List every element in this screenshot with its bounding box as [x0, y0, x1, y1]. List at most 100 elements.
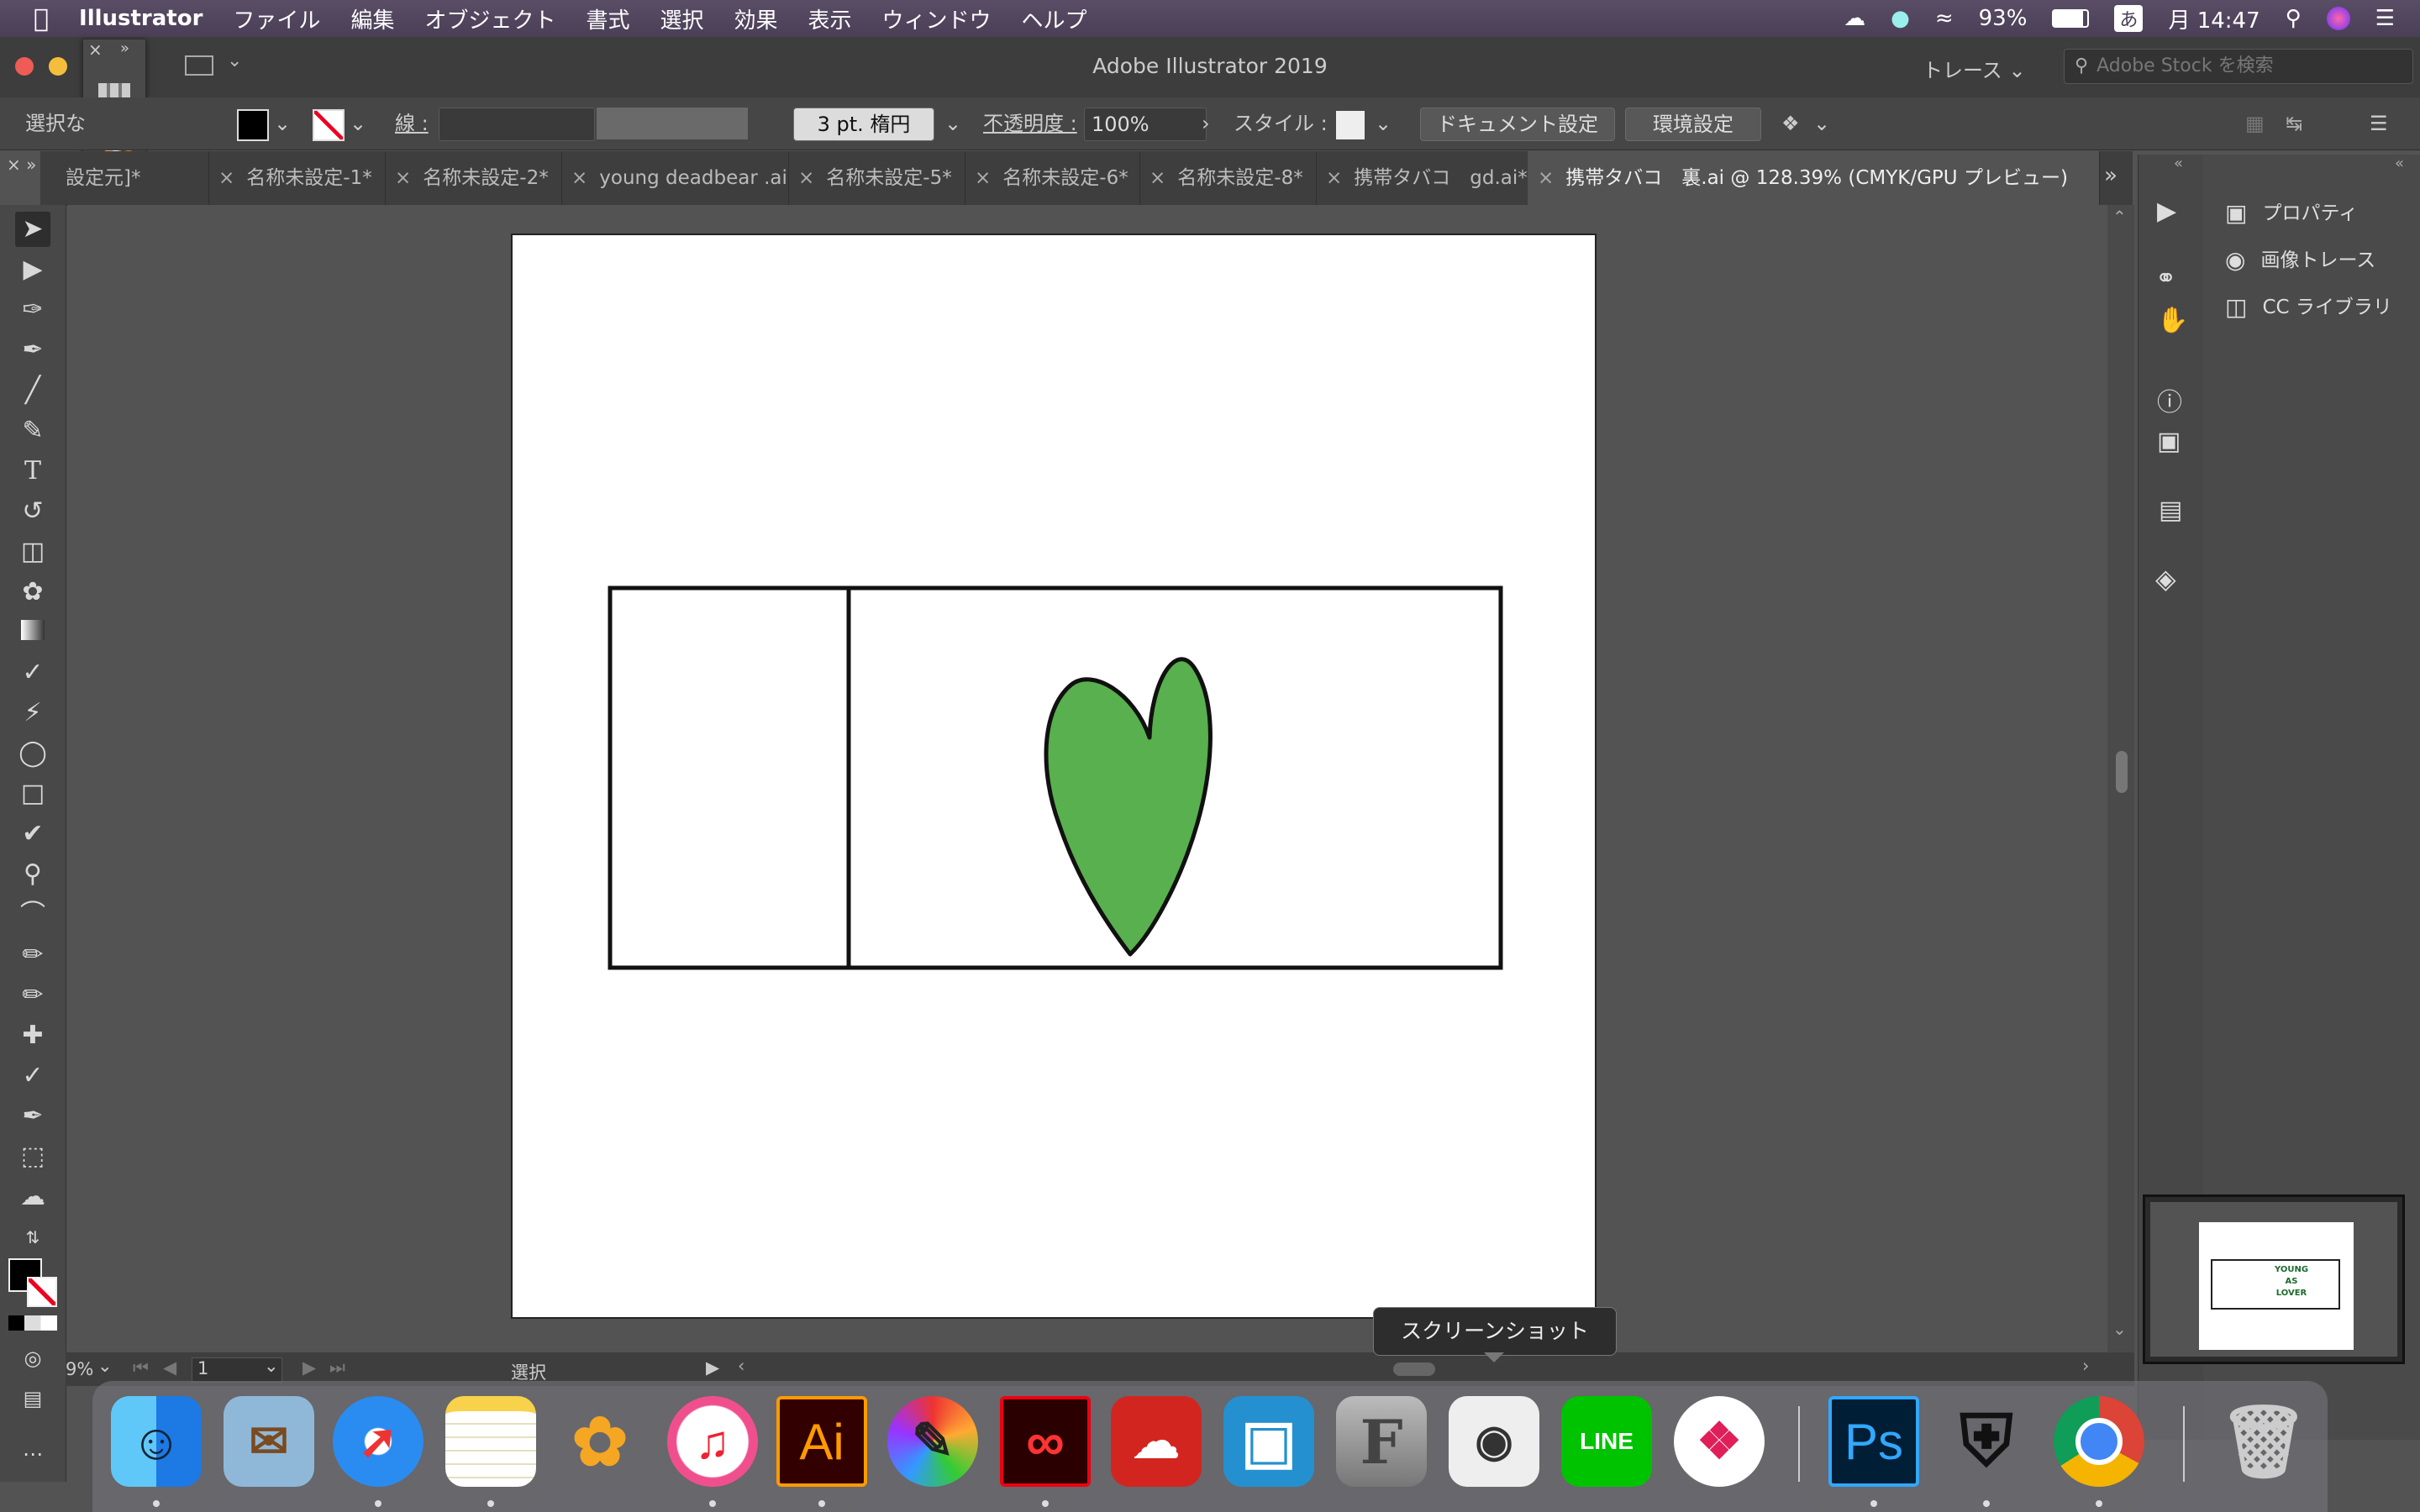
image-icon[interactable]: ▣ — [2157, 427, 2181, 456]
zoom-level[interactable]: 9% — [66, 1359, 93, 1379]
previous-artboard-icon[interactable]: ◀ — [163, 1357, 176, 1378]
gradient-tool-icon[interactable] — [15, 615, 50, 650]
opacity-label[interactable]: 不透明度 : — [983, 108, 1077, 139]
creative-cloud-icon[interactable]: ☁ — [1111, 1396, 1202, 1487]
chevron-right-icon[interactable]: › — [1202, 108, 1210, 139]
panel-item-image-trace[interactable]: ◉ 画像トレース — [2225, 244, 2375, 277]
panel-item-cc-libraries[interactable]: ◫ CC ライブラリ — [2225, 291, 2392, 324]
creative-cloud-icon[interactable]: ☁ — [1844, 6, 1865, 31]
trash-icon[interactable]: 🗑 — [2218, 1396, 2309, 1487]
close-icon[interactable]: × — [88, 39, 103, 60]
selection-tool-icon[interactable]: ➤ — [15, 212, 50, 247]
curvature-tool-icon[interactable]: ✒ — [15, 333, 50, 368]
battery-icon[interactable] — [2052, 9, 2090, 28]
anchor-point-tool-icon[interactable]: ✓ — [15, 1058, 50, 1094]
screenshot-app-icon[interactable]: ◉ — [1449, 1396, 1539, 1487]
mail-icon[interactable]: ✉ — [224, 1396, 314, 1487]
finder-icon[interactable]: ☺ — [111, 1396, 202, 1487]
info-icon[interactable]: ⓘ — [2157, 381, 2182, 418]
transform-icon[interactable]: ↹ — [2286, 108, 2302, 139]
photos-icon[interactable]: ✿ — [555, 1396, 645, 1487]
zoom-tool-icon[interactable]: ⚲ — [15, 857, 50, 892]
chevron-down-icon[interactable]: ⌄ — [97, 1356, 113, 1376]
artwork[interactable] — [513, 235, 1595, 1317]
chrome-icon[interactable] — [2054, 1396, 2144, 1487]
close-icon[interactable]: × — [218, 167, 234, 189]
chevron-down-icon[interactable]: ⌄ — [264, 1356, 279, 1376]
eyedropper-tool-icon[interactable]: ✓ — [15, 655, 50, 690]
lasso-tool-icon[interactable]: ✿ — [15, 575, 50, 610]
document-tab[interactable]: × 名称未設定-2* — [385, 151, 562, 205]
next-artboard-icon[interactable]: ▶ — [302, 1357, 316, 1378]
collapse-panels-icon[interactable]: « — [2174, 155, 2183, 172]
arc-tool-icon[interactable]: ⌒ — [15, 897, 50, 932]
select-similar-icon[interactable]: ❖ — [1781, 108, 1800, 139]
horizontal-scroll-thumb[interactable] — [1393, 1362, 1435, 1376]
stroke-color-swatch[interactable] — [27, 1277, 57, 1307]
menu-view[interactable]: 表示 — [808, 3, 852, 34]
align-icon[interactable]: ▦ — [2245, 108, 2265, 139]
menu-window[interactable]: ウィンドウ — [882, 3, 992, 34]
pencil-tool-icon[interactable]: ✏ — [15, 978, 50, 1013]
slack-icon[interactable]: ❖ — [1674, 1396, 1765, 1487]
type-tool-icon[interactable]: T — [15, 454, 50, 489]
apple-menu-icon[interactable]:  — [34, 4, 49, 34]
clock[interactable]: 月 14:47 — [2168, 3, 2260, 34]
notification-center-icon[interactable]: ☰ — [2375, 6, 2395, 31]
document-tab[interactable]: × 携帯タバコ gd.ai* — [1316, 151, 1528, 205]
preferences-button[interactable]: 環境設定 — [1625, 108, 1761, 141]
vpn-shield-icon[interactable]: ⛨ — [1941, 1396, 2032, 1487]
free-transform-tool-icon[interactable]: ⬚ — [15, 1139, 50, 1174]
artboard[interactable] — [511, 234, 1597, 1319]
wifi-icon[interactable]: ≈ — [1935, 6, 1954, 31]
rotate-tool-icon[interactable]: ↺ — [15, 494, 50, 529]
puppet-warp-tool-icon[interactable]: ⚡ — [15, 696, 50, 731]
notes-icon[interactable] — [445, 1396, 536, 1487]
shape-builder-tool-icon[interactable]: ◯ — [15, 736, 50, 771]
close-icon[interactable]: × — [395, 167, 411, 189]
panel-menu-icon[interactable]: ☰ — [2370, 108, 2388, 139]
scroll-thumb[interactable] — [2116, 751, 2128, 793]
stock-search-input[interactable]: ⚲ Adobe Stock を検索 — [2064, 49, 2413, 84]
close-icon[interactable]: × — [1538, 167, 1554, 189]
vertical-scrollbar[interactable]: ⌃ ⌄ — [2107, 205, 2134, 1356]
drawing-mode-icon[interactable]: ◎ — [15, 1341, 50, 1376]
eyedropper-alt-tool-icon[interactable]: ✔ — [15, 816, 50, 852]
photoshop-app-icon[interactable]: Ps — [1828, 1396, 1919, 1487]
symbol-sprayer-tool-icon[interactable]: ☁ — [15, 1179, 50, 1215]
document-tab[interactable]: × 名称未設定-8* — [1139, 151, 1317, 205]
swap-fill-stroke-icon[interactable]: ⇅ — [15, 1220, 50, 1255]
close-icon[interactable]: × — [798, 167, 814, 189]
collapse-toolbar-icon[interactable]: × » — [7, 155, 36, 175]
document-tab[interactable]: × 名称未設定-1* — [208, 151, 386, 205]
panel-item-properties[interactable]: ▣ プロパティ — [2225, 197, 2358, 230]
font-book-icon[interactable]: F — [1336, 1396, 1427, 1487]
more-tabs-icon[interactable]: » — [2104, 163, 2118, 188]
expand-panel-icon[interactable]: » — [120, 39, 129, 57]
illustrator-app-icon[interactable]: Ai — [776, 1396, 867, 1487]
chevron-down-icon[interactable]: ⌄ — [2112, 1319, 2127, 1339]
menu-help[interactable]: ヘルプ — [1022, 3, 1087, 34]
pixelmator-icon[interactable]: ✎ — [887, 1396, 978, 1487]
last-artboard-icon[interactable]: ⏭ — [329, 1357, 345, 1378]
document-tab-active[interactable]: × 携帯タバコ 裏.ai @ 128.39% (CMYK/GPU プレビュー) — [1528, 151, 2100, 205]
menu-effect[interactable]: 効果 — [734, 3, 778, 34]
smooth-tool-icon[interactable]: ✒ — [15, 1099, 50, 1134]
close-icon[interactable]: × — [975, 167, 991, 189]
input-method-icon[interactable]: あ — [2114, 5, 2144, 32]
scroll-left-icon[interactable]: ‹ — [738, 1356, 744, 1376]
siri-icon[interactable] — [2326, 7, 2350, 30]
close-icon[interactable]: × — [1150, 167, 1165, 189]
screenshot-thumbnail-preview[interactable]: YOUNG AS LOVER — [2143, 1194, 2405, 1364]
blob-brush-tool-icon[interactable]: ✏ — [15, 937, 50, 973]
fill-swatch[interactable] — [237, 109, 269, 141]
itunes-icon[interactable]: ♫ — [667, 1396, 758, 1487]
chevron-down-icon[interactable]: ⌄ — [274, 108, 291, 139]
pen-tool-icon[interactable]: ✑ — [15, 292, 50, 328]
chevron-up-icon[interactable]: ⌃ — [2112, 207, 2127, 227]
actions-play-icon[interactable]: ▶ — [2157, 197, 2176, 226]
style-swatch[interactable] — [1336, 111, 1365, 139]
color-mode-icons[interactable] — [8, 1315, 57, 1331]
document-info-icon[interactable]: ▤ — [2159, 496, 2182, 525]
links-icon[interactable]: ⚭ — [2155, 264, 2176, 293]
